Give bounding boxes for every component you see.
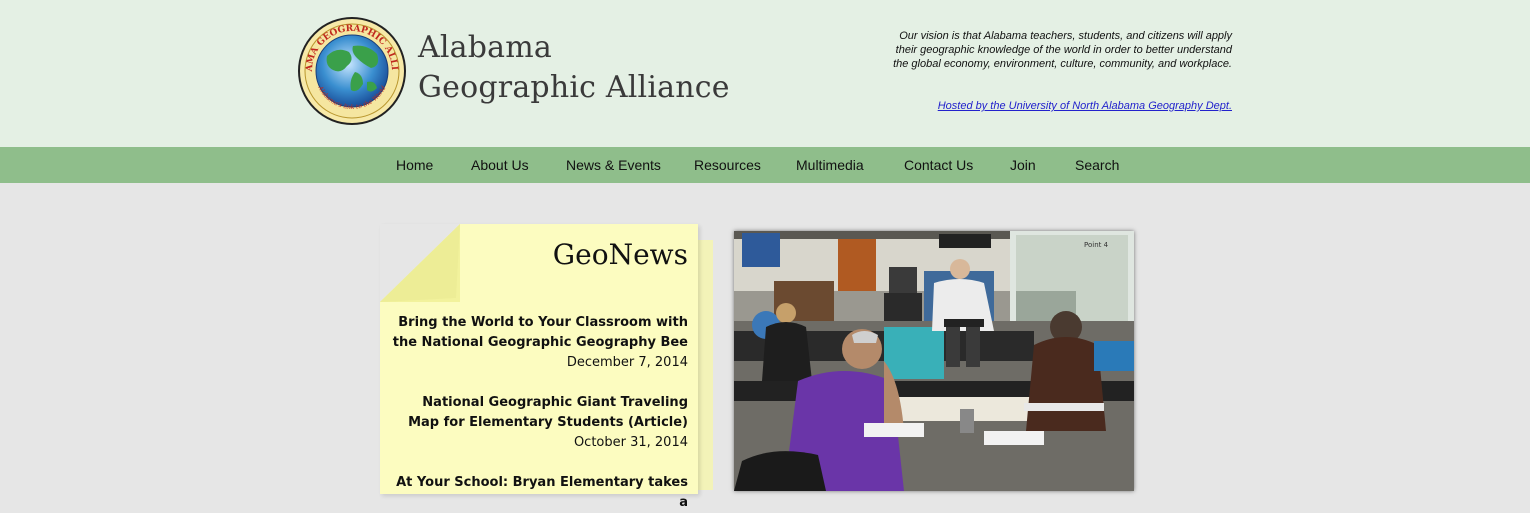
vision-statement: Our vision is that Alabama teachers, stu…: [893, 30, 1232, 70]
news-item: Bring the World to Your Classroom with t…: [388, 313, 688, 373]
nav-home[interactable]: Home: [396, 147, 433, 183]
nav-join[interactable]: Join: [1010, 147, 1036, 183]
site-title-line1: Alabama: [418, 30, 552, 65]
page-fold-corner: [380, 224, 460, 302]
site-header: ALABAMA GEOGRAPHIC ALLIANCE Alabama's li…: [0, 0, 1530, 147]
main-nav: Home About Us News & Events Resources Mu…: [0, 147, 1530, 183]
hosted-by-link[interactable]: Hosted by the University of North Alabam…: [880, 99, 1232, 113]
nav-about-us[interactable]: About Us: [471, 147, 529, 183]
nav-multimedia[interactable]: Multimedia: [796, 147, 864, 183]
news-item-title[interactable]: Bring the World to Your Classroom with t…: [388, 313, 688, 353]
news-item-date: October 31, 2014: [573, 435, 688, 450]
nav-search[interactable]: Search: [1075, 147, 1119, 183]
alliance-logo[interactable]: ALABAMA GEOGRAPHIC ALLIANCE Alabama's li…: [297, 16, 407, 126]
classroom-photo-image: Point 4: [734, 231, 1134, 491]
news-item: At Your School: Bryan Elementary takes a: [388, 473, 688, 513]
news-item-date: December 7, 2014: [566, 355, 688, 370]
news-item: National Geographic Giant Traveling Map …: [388, 393, 688, 453]
nav-contact-us[interactable]: Contact Us: [904, 147, 973, 183]
classroom-photo[interactable]: Point 4: [734, 231, 1134, 491]
nav-resources[interactable]: Resources: [694, 147, 761, 183]
news-item-title[interactable]: At Your School: Bryan Elementary takes a: [388, 473, 688, 513]
nav-news-events[interactable]: News & Events: [566, 147, 661, 183]
site-title-line2: Geographic Alliance: [418, 70, 730, 105]
geonews-title: GeoNews: [552, 238, 688, 271]
screen-slide-text: Point 4: [1084, 241, 1109, 249]
news-item-title[interactable]: National Geographic Giant Traveling Map …: [388, 393, 688, 433]
site-title[interactable]: Alabama Geographic Alliance: [418, 28, 730, 108]
